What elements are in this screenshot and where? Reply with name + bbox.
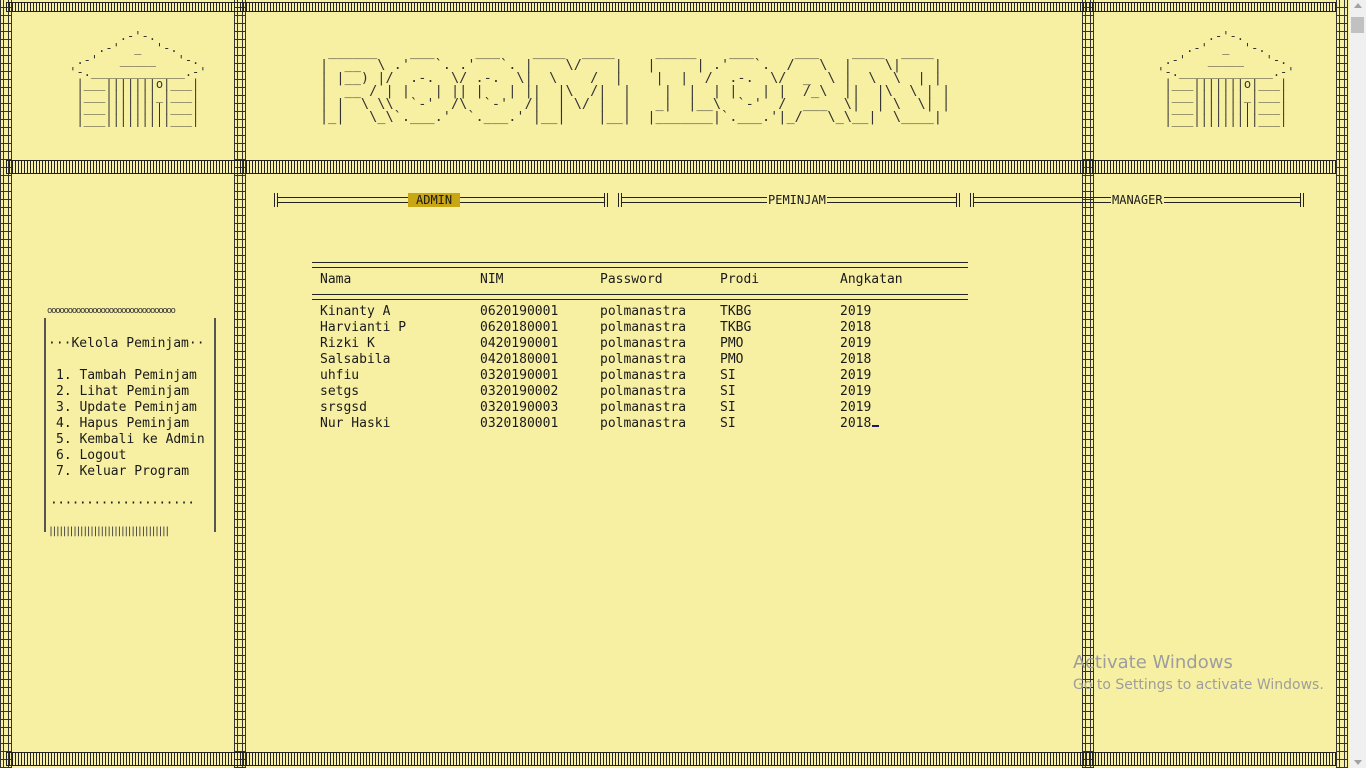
cell-prodi: SI — [720, 416, 736, 431]
cell-nama: setgs — [320, 384, 360, 399]
cell-nama: uhfiu — [320, 368, 360, 383]
cell-password: polmanastra — [600, 368, 687, 383]
table-top-rule — [312, 262, 968, 268]
bottom-border-bar — [6, 752, 1336, 766]
scroll-down-arrow-icon[interactable] — [1354, 760, 1362, 765]
cell-password: polmanastra — [600, 400, 687, 415]
cell-angkatan: 2019 — [840, 336, 872, 351]
cell-angkatan: 2019 — [840, 400, 872, 415]
cell-password: polmanastra — [600, 352, 687, 367]
left-border-bar — [0, 0, 12, 768]
cell-prodi: SI — [720, 368, 736, 383]
cell-prodi: SI — [720, 400, 736, 415]
cell-angkatan: 2018 — [840, 352, 872, 367]
cell-nama: Harvianti P — [320, 320, 407, 335]
menu-bottom-border: ||||||||||||||||||||||||||||||||||| — [48, 526, 170, 537]
column-header-nim: NIM — [480, 272, 504, 287]
menu-title: ···Kelola Peminjam·· — [48, 336, 205, 351]
menu-item[interactable]: 4. Hapus Peminjam — [56, 416, 189, 432]
cell-prodi: TKBG — [720, 320, 752, 335]
tab-peminjam-label: PEMINJAM — [767, 193, 827, 207]
cell-nim: 0320180001 — [480, 416, 559, 431]
cell-nim: 0420180001 — [480, 352, 559, 367]
menu-top-border: ooooooooooooooooooooooooooooooo — [47, 306, 176, 316]
tab-manager[interactable]: MANAGER — [970, 193, 1304, 207]
tab-admin[interactable]: ADMIN — [274, 193, 608, 207]
cell-nama: Rizki K — [320, 336, 375, 351]
column-header-angkatan: Angkatan — [840, 272, 903, 287]
cell-nama: Kinanty A — [320, 304, 391, 319]
house-logo-left: .-'-. .-' _ '-. .-' _____ '-. '-._______… — [69, 29, 207, 127]
sidebar-divider-bar — [234, 0, 246, 768]
cell-nama: Nur Haski — [320, 416, 391, 431]
cell-password: polmanastra — [600, 304, 687, 319]
column-header-nama: Nama — [320, 272, 352, 287]
menu-item[interactable]: 2. Lihat Peminjam — [56, 384, 189, 400]
cell-nim: 0320190001 — [480, 368, 559, 383]
cell-angkatan: 2018 — [840, 416, 880, 432]
cell-prodi: PMO — [720, 352, 744, 367]
cell-prodi: TKBG — [720, 304, 752, 319]
cell-angkatan: 2019 — [840, 384, 872, 399]
house-logo-right: .-'-. .-' _ '-. .-' _____ '-. '-._______… — [1157, 29, 1295, 127]
menu-item[interactable]: 6. Logout — [56, 448, 126, 464]
column-header-prodi: Prodi — [720, 272, 760, 287]
cell-nama: Salsabila — [320, 352, 391, 367]
tab-admin-label: ADMIN — [408, 193, 461, 207]
scrollbar-thumb[interactable] — [1351, 17, 1364, 33]
tab-manager-label: MANAGER — [1111, 193, 1164, 207]
menu-item[interactable]: 3. Update Peminjam — [56, 400, 197, 416]
menu-item[interactable]: 1. Tambah Peminjam — [56, 368, 197, 384]
cell-password: polmanastra — [600, 384, 687, 399]
header-bottom-bar — [6, 160, 1336, 174]
cell-nim: 0420190001 — [480, 336, 559, 351]
column-header-password: Password — [600, 272, 663, 287]
cell-nim: 0320190003 — [480, 400, 559, 415]
cell-nama: srsgsd — [320, 400, 367, 415]
cell-prodi: PMO — [720, 336, 744, 351]
cell-password: polmanastra — [600, 416, 687, 431]
cell-angkatan: 2019 — [840, 368, 872, 383]
scroll-up-arrow-icon[interactable] — [1354, 3, 1362, 8]
cell-nim: 0620190001 — [480, 304, 559, 319]
cell-angkatan: 2019 — [840, 304, 872, 319]
text-cursor — [872, 425, 880, 427]
cell-nim: 0620180001 — [480, 320, 559, 335]
activate-windows-subtitle: Go to Settings to activate Windows. — [1073, 677, 1324, 693]
cell-password: polmanastra — [600, 320, 687, 335]
cell-nim: 0320190002 — [480, 384, 559, 399]
activate-windows-title: Activate Windows — [1073, 652, 1233, 673]
table-header-rule — [312, 294, 968, 300]
menu-item[interactable]: 5. Kembali ke Admin — [56, 432, 205, 448]
room-loan-title-art: ______ ___ ___ ____ ____ _____ ___ ___ _… — [320, 44, 951, 125]
cell-prodi: SI — [720, 384, 736, 399]
right-border-bar — [1336, 0, 1348, 768]
menu-item[interactable]: 7. Keluar Program — [56, 464, 189, 480]
cell-password: polmanastra — [600, 336, 687, 351]
menu-dots: ···················· — [50, 496, 195, 511]
tab-peminjam[interactable]: PEMINJAM — [618, 193, 960, 207]
vertical-scrollbar[interactable] — [1349, 0, 1366, 768]
cell-angkatan: 2018 — [840, 320, 872, 335]
top-border-bar — [6, 2, 1336, 12]
